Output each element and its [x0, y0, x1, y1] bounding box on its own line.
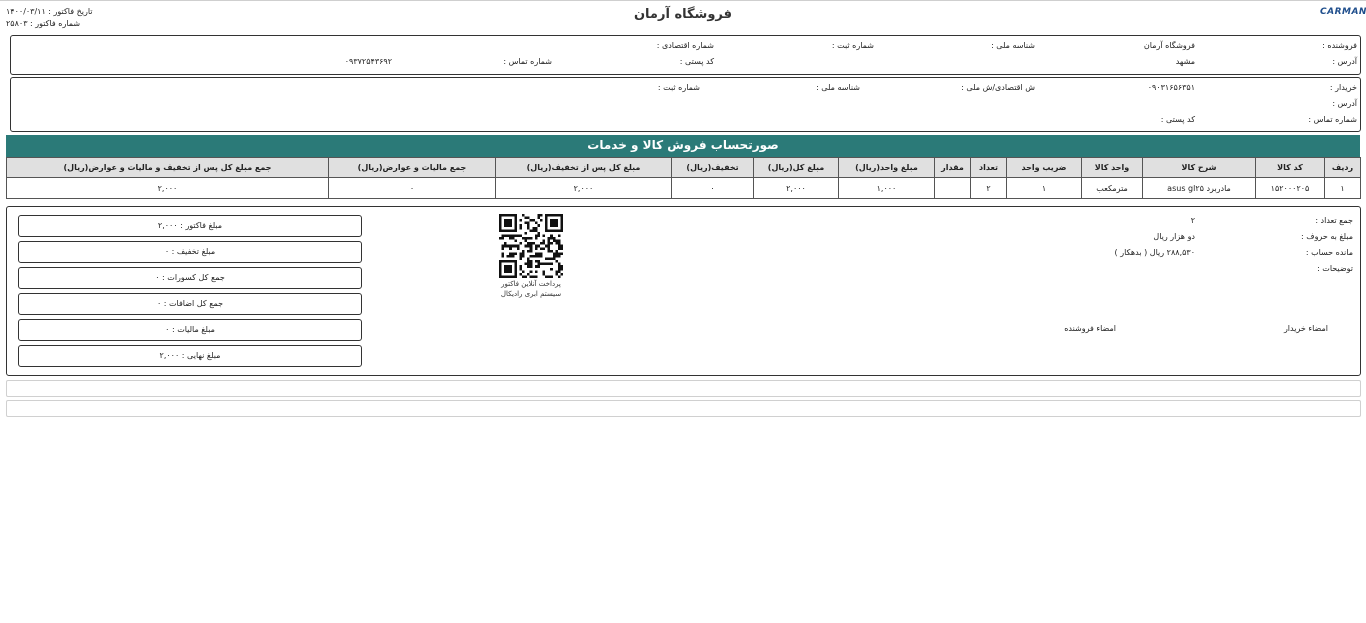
notes-label: توضیحات : — [1317, 264, 1353, 273]
total-count-label: جمع تعداد : — [1315, 216, 1353, 225]
discount-amount-box: مبلغ تخفیف : ۰ — [18, 241, 362, 263]
buyer-signature-label: امضاء خریدار — [1283, 324, 1328, 333]
qr-caption-online-payment: پرداخت آنلاین فاکتور — [501, 280, 561, 288]
total-additions-box: جمع کل اضافات : ۰ — [18, 293, 362, 315]
invoice-date: تاریخ فاکتور : ۱۴۰۰/۰۳/۱۱ — [6, 7, 93, 16]
seller-phone-label: شماره تماس : — [503, 57, 552, 66]
col-header-tax-total: جمع مالیات و عوارض(ریال) — [328, 157, 496, 178]
col-header-grand-total: جمع مبلغ کل پس از تخفیف و مالیات و عوارض… — [6, 157, 329, 178]
buyer-info-box: خریدار : ۰۹۰۳۱۶۵۶۳۵۱ ش اقتصادی/ش ملی : ش… — [10, 77, 1361, 132]
cell-row-number: ۱ — [1324, 177, 1361, 199]
seller-economic-code-label: شماره اقتصادی : — [656, 41, 714, 50]
seller-phone: ۰۹۳۷۲۵۴۳۶۹۲ — [344, 57, 392, 66]
seller-reg-number-label: شماره ثبت : — [831, 41, 874, 50]
cell-discount: ۰ — [671, 177, 754, 199]
invoice-amount: مبلغ فاکتور : ۲,۰۰۰ — [157, 221, 223, 230]
total-deductions: جمع کل کسورات : ۰ — [155, 273, 225, 282]
empty-footer-bar — [6, 380, 1361, 397]
seller-name: فروشگاه آرمان — [1143, 41, 1195, 50]
cell-grand-total: ۲,۰۰۰ — [6, 177, 329, 199]
empty-footer-bar — [6, 400, 1361, 417]
total-count-value: ۲ — [1190, 216, 1195, 225]
seller-postal-code-label: کد پستی : — [679, 57, 714, 66]
cell-unit-price: ۱,۰۰۰ — [838, 177, 935, 199]
balance-value: ۲۸۸,۵۳۰ ریال ( بدهکار ) — [1114, 248, 1195, 257]
col-header-unit: واحد کالا — [1081, 157, 1143, 178]
col-header-total-after-discount: مبلغ کل پس از تخفیف(ریال) — [495, 157, 672, 178]
store-title: فروشگاه آرمان — [633, 7, 733, 22]
cell-unit: مترمکعب — [1081, 177, 1143, 199]
col-header-unit-price: مبلغ واحد(ریال) — [838, 157, 935, 178]
final-amount-box: مبلغ نهایی : ۲,۰۰۰ — [18, 345, 362, 367]
table-header-row: جمع مبلغ کل پس از تخفیف و مالیات و عوارض… — [6, 157, 1361, 178]
total-additions: جمع کل اضافات : ۰ — [156, 299, 224, 308]
cell-amount — [934, 177, 971, 199]
total-deductions-box: جمع کل کسورات : ۰ — [18, 267, 362, 289]
col-header-unit-factor: ضریب واحد — [1006, 157, 1082, 178]
col-header-discount: تخفیف(ریال) — [671, 157, 754, 178]
company-logo: CARMAN — [1320, 7, 1366, 17]
seller-label: فروشنده : — [1322, 41, 1357, 50]
seller-address-label: آدرس : — [1332, 57, 1357, 66]
seller-address: مشهد — [1175, 57, 1195, 66]
buyer-address-label: آدرس : — [1332, 99, 1357, 108]
buyer-economic-id-label: ش اقتصادی/ش ملی : — [961, 83, 1035, 92]
col-header-product-code: کد کالا — [1255, 157, 1325, 178]
buyer-phone-label: شماره تماس : — [1308, 115, 1357, 124]
discount-amount: مبلغ تخفیف : ۰ — [164, 247, 216, 256]
col-header-count: تعداد — [970, 157, 1007, 178]
cell-total-after-discount: ۲,۰۰۰ — [495, 177, 672, 199]
buyer-postal-code-label: کد پستی : — [1160, 115, 1195, 124]
seller-info-box: فروشنده : فروشگاه آرمان شناسه ملی : شمار… — [10, 35, 1361, 75]
balance-label: مانده حساب : — [1305, 248, 1353, 257]
buyer-reg-number-label: شماره ثبت : — [657, 83, 700, 92]
col-header-amount: مقدار — [934, 157, 971, 178]
seller-national-id-label: شناسه ملی : — [991, 41, 1035, 50]
buyer-national-id-label: شناسه ملی : — [816, 83, 860, 92]
payment-qr-code[interactable] — [499, 214, 563, 278]
col-header-row-number: ردیف — [1324, 157, 1361, 178]
cell-product-code: ۱۵۲۰۰۰۲۰۵ — [1255, 177, 1325, 199]
buyer-label: خریدار : — [1329, 83, 1357, 92]
final-amount: مبلغ نهایی : ۲,۰۰۰ — [159, 351, 221, 360]
seller-signature-label: امضاء فروشنده — [1064, 324, 1116, 333]
col-header-description: شرح کالا — [1142, 157, 1256, 178]
tax-amount: مبلغ مالیات : ۰ — [165, 325, 215, 334]
items-table: جمع مبلغ کل پس از تخفیف و مالیات و عوارض… — [6, 157, 1361, 199]
col-header-total: مبلغ کل(ریال) — [753, 157, 839, 178]
amount-words-label: مبلغ به حروف : — [1301, 232, 1353, 241]
cell-tax-total: ۰ — [328, 177, 496, 199]
cell-unit-factor: ۱ — [1006, 177, 1082, 199]
cell-count: ۲ — [970, 177, 1007, 199]
tax-amount-box: مبلغ مالیات : ۰ — [18, 319, 362, 341]
table-row: ۲,۰۰۰ ۰ ۲,۰۰۰ ۰ ۲,۰۰۰ ۱,۰۰۰ ۲ ۱ مترمکعب … — [6, 177, 1361, 199]
invoice-amount-box: مبلغ فاکتور : ۲,۰۰۰ — [18, 215, 362, 237]
buyer-name: ۰۹۰۳۱۶۵۶۳۵۱ — [1147, 83, 1195, 92]
qr-caption-cloud-system: سیستم ابری رادیکال — [500, 290, 562, 298]
cell-description: مادربرد asus gl۲۵ — [1142, 177, 1256, 199]
invoice-number: شماره فاکتور : ۲۵۸۰۳ — [6, 19, 81, 28]
top-border — [0, 0, 1366, 1]
cell-total: ۲,۰۰۰ — [753, 177, 839, 199]
invoice-banner-title: صورتحساب فروش کالا و خدمات — [6, 135, 1360, 157]
amount-words-value: دو هزار ریال — [1153, 232, 1195, 241]
